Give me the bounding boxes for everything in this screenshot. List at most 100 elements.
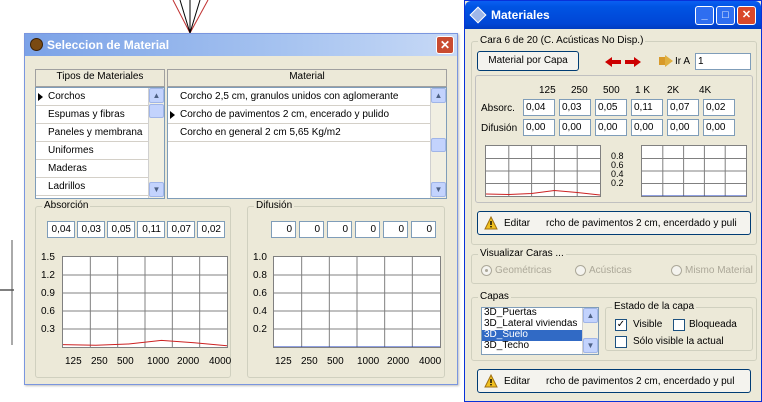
scroll-up-icon[interactable]: ▲ <box>431 88 446 103</box>
selected-marker-icon <box>38 93 43 101</box>
visualizar-option-label: Geométricas <box>495 265 552 276</box>
scroll-down-icon[interactable]: ▼ <box>583 338 598 353</box>
absorc-value-field[interactable]: 0,02 <box>703 99 735 116</box>
absorcion-value-field[interactable]: 0,05 <box>107 221 135 238</box>
absorc-value-field[interactable]: 0,11 <box>631 99 663 116</box>
list-item-label: Maderas <box>48 163 87 174</box>
absorcion-value-field[interactable]: 0,02 <box>197 221 225 238</box>
difusion-value-field[interactable]: 0,00 <box>559 119 591 136</box>
scroll-up-icon[interactable]: ▲ <box>149 88 164 103</box>
y-axis-label: 0.8 <box>253 270 267 281</box>
list-item[interactable]: 3D_Suelo <box>482 330 582 341</box>
x-axis-label: 1000 <box>147 356 170 367</box>
list-item[interactable]: Corchos <box>36 88 148 106</box>
list-item[interactable]: Corcho en general 2 cm 5,65 Kg/m2 <box>168 124 430 142</box>
capas-list[interactable]: 3D_Puertas 3D_Lateral viviendas 3D_Suelo 3D… <box>481 307 599 355</box>
y-axis-label: 0.9 <box>41 288 55 299</box>
absorc-value-field[interactable]: 0,04 <box>523 99 555 116</box>
ir-a-label: Ir A <box>675 56 691 67</box>
frequency-header: 250 <box>571 85 588 96</box>
visualizar-radio[interactable] <box>671 265 682 276</box>
ir-a-icon[interactable] <box>659 55 673 67</box>
list-item[interactable]: 3D_Puertas <box>482 308 582 319</box>
list-item[interactable]: Paneles y membrana <box>36 124 148 142</box>
close-button[interactable]: ✕ <box>737 6 756 25</box>
list-item-label: Uniformes <box>48 145 94 156</box>
difusion-value-field[interactable]: 0 <box>299 221 324 238</box>
capas-scrollbar[interactable]: ▲ ▼ <box>582 308 598 354</box>
difusion-value-field[interactable]: 0 <box>271 221 296 238</box>
mini-graph-label: 0.2 <box>611 178 624 188</box>
difusion-value-field[interactable]: 0,00 <box>703 119 735 136</box>
dialog-titlebar[interactable]: Seleccion de Material ✕ <box>25 34 457 56</box>
scroll-down-icon[interactable]: ▼ <box>431 182 446 197</box>
x-axis-label: 250 <box>301 356 318 367</box>
difusion-value-field[interactable]: 0 <box>383 221 408 238</box>
ir-a-input[interactable]: 1 <box>695 53 751 70</box>
difusion-graph <box>273 256 441 348</box>
absorcion-value-field[interactable]: 0,04 <box>47 221 75 238</box>
absorcion-label: Absorción <box>42 200 91 211</box>
absorcion-value-field[interactable]: 0,03 <box>77 221 105 238</box>
absorcion-value-field[interactable]: 0,11 <box>137 221 165 238</box>
difusion-value-field[interactable]: 0 <box>327 221 352 238</box>
difusion-label: Difusión <box>254 200 295 211</box>
visualizar-radio[interactable] <box>575 265 586 276</box>
material-header: Material <box>167 69 447 87</box>
list-item[interactable]: Corcho 2,5 cm, granulos unidos con aglom… <box>168 88 430 106</box>
bloqueada-checkbox[interactable] <box>673 319 685 331</box>
absorc-value-field[interactable]: 0,07 <box>667 99 699 116</box>
scroll-down-icon[interactable]: ▼ <box>149 182 164 197</box>
editar-capa-button[interactable]: Editar rcho de pavimentos 2 cm, encerdad… <box>477 369 751 393</box>
frequency-header: 2K <box>667 85 680 96</box>
difusion-value-field[interactable]: 0,00 <box>667 119 699 136</box>
tipos-scrollbar[interactable]: ▲ ▼ <box>148 88 164 198</box>
tipos-header: Tipos de Materiales <box>35 69 165 87</box>
visualizar-option-label: Mismo Material <box>685 265 753 276</box>
close-button[interactable]: ✕ <box>436 36 454 54</box>
list-item[interactable]: 3D_Lateral viviendas <box>482 319 582 330</box>
tipos-list[interactable]: Corchos Espumas y fibras Paneles y membran… <box>35 87 165 199</box>
scroll-thumb[interactable] <box>431 138 446 152</box>
material-scrollbar[interactable]: ▲ ▼ <box>430 88 446 198</box>
warning-icon <box>484 374 498 388</box>
material-list[interactable]: Corcho 2,5 cm, granulos unidos con aglom… <box>167 87 447 199</box>
scroll-up-icon[interactable]: ▲ <box>583 308 598 323</box>
absorc-value-field[interactable]: 0,05 <box>595 99 627 116</box>
y-axis-label: 0.2 <box>253 324 267 335</box>
visible-checkbox[interactable]: ✓ <box>615 319 627 331</box>
difusion-value-field[interactable]: 0,00 <box>523 119 555 136</box>
difusion-row-label: Difusión <box>481 123 518 134</box>
close-icon: ✕ <box>741 9 752 21</box>
difusion-value-field[interactable]: 0 <box>355 221 380 238</box>
y-axis-label: 1.5 <box>41 252 55 263</box>
absorc-value-field[interactable]: 0,03 <box>559 99 591 116</box>
visualizar-radio[interactable] <box>481 265 492 276</box>
arrow-right-icon[interactable] <box>625 57 641 67</box>
window-titlebar[interactable]: Materiales _ □ ✕ <box>465 1 761 29</box>
material-app-icon <box>30 38 43 51</box>
editar-button[interactable]: Editar rcho de pavimentos 2 cm, encerdad… <box>477 211 751 235</box>
absorcion-value-field[interactable]: 0,07 <box>167 221 195 238</box>
list-item[interactable]: Espumas y fibras <box>36 106 148 124</box>
list-item-label: Corcho en general 2 cm 5,65 Kg/m2 <box>180 127 341 138</box>
visualizar-label: Visualizar Caras ... <box>478 248 566 259</box>
materiales-window: Materiales _ □ ✕ Cara 6 de 20 (C. Acústi… <box>464 0 762 402</box>
editar-label: Editar <box>504 218 531 229</box>
list-item[interactable]: Corcho de pavimentos 2 cm, encerado y pu… <box>168 106 430 124</box>
list-item[interactable]: Ladrillos <box>36 178 148 196</box>
scroll-thumb[interactable] <box>149 104 164 118</box>
arrow-left-icon[interactable] <box>605 57 621 67</box>
solo-visible-checkbox[interactable] <box>615 336 627 348</box>
difusion-value-field[interactable]: 0,00 <box>631 119 663 136</box>
maximize-button[interactable]: □ <box>716 6 735 25</box>
material-por-capa-button[interactable]: Material por Capa <box>477 51 579 71</box>
minimize-button[interactable]: _ <box>695 6 714 25</box>
list-item[interactable]: 3D_Techo <box>482 341 582 352</box>
list-item[interactable]: Uniformes <box>36 142 148 160</box>
editar-material-text: rcho de pavimentos 2 cm, encerdado y pul <box>546 376 735 387</box>
warning-icon <box>484 216 498 230</box>
difusion-value-field[interactable]: 0 <box>411 221 436 238</box>
difusion-value-field[interactable]: 0,00 <box>595 119 627 136</box>
list-item[interactable]: Maderas <box>36 160 148 178</box>
